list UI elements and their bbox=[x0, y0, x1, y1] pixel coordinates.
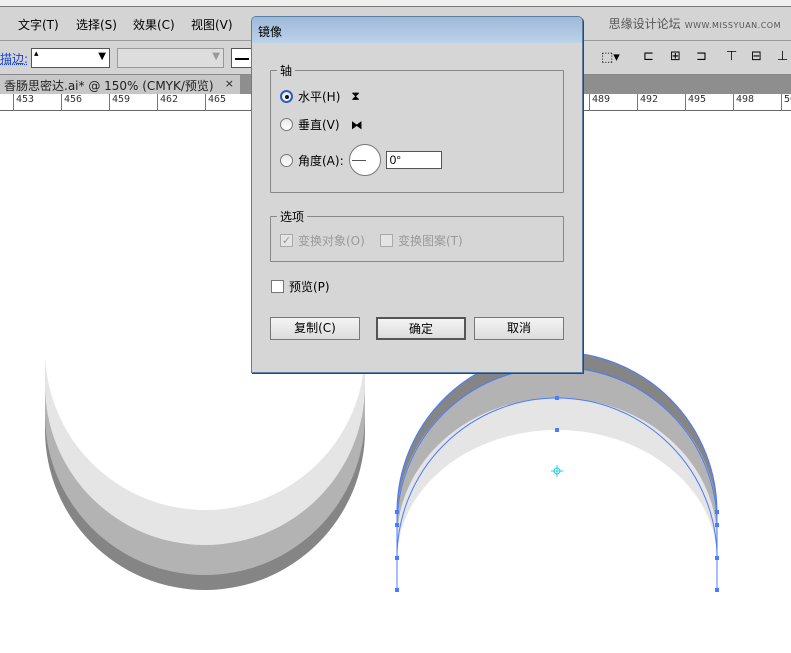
options-group-label: 选项 bbox=[277, 208, 308, 225]
preview-checkbox[interactable]: 预览(P) bbox=[271, 278, 330, 295]
sausage-slice-left[interactable] bbox=[45, 350, 365, 590]
transform-objects-checkbox[interactable]: ✓ 变换对象(O) bbox=[280, 232, 365, 249]
preview-label: 预览(P) bbox=[289, 280, 330, 294]
sausage-arc-selected[interactable] bbox=[395, 351, 719, 592]
transform-objects-label: 变换对象(O) bbox=[298, 234, 365, 248]
dialog-title[interactable]: 镜像 bbox=[252, 17, 582, 43]
reflect-dialog: 镜像 轴 水平(H) ⧗ 垂直(V) ⧓ 角度(A): 选项 ✓ 变换对象(O) 变换… bbox=[251, 16, 583, 373]
reflect-vertical-icon: ⧓ bbox=[350, 117, 363, 132]
vertical-radio[interactable]: 垂直(V) ⧓ bbox=[280, 116, 363, 133]
checkbox[interactable]: ✓ bbox=[280, 234, 293, 247]
ok-button[interactable]: 确定 bbox=[376, 317, 466, 340]
axis-group-label: 轴 bbox=[277, 62, 296, 79]
angle-dial[interactable] bbox=[348, 144, 381, 176]
angle-input[interactable] bbox=[385, 151, 442, 169]
radio-button[interactable] bbox=[280, 153, 293, 167]
cancel-button[interactable]: 取消 bbox=[474, 317, 564, 340]
transform-patterns-checkbox[interactable]: 变换图案(T) bbox=[380, 232, 463, 249]
checkbox[interactable] bbox=[380, 234, 393, 247]
reflect-horizontal-icon: ⧗ bbox=[351, 89, 360, 103]
angle-label: 角度(A): bbox=[298, 153, 344, 168]
checkbox[interactable] bbox=[271, 280, 284, 293]
horizontal-label: 水平(H) bbox=[298, 90, 341, 104]
vertical-label: 垂直(V) bbox=[298, 118, 340, 132]
copy-button[interactable]: 复制(C) bbox=[270, 317, 360, 340]
radio-button[interactable] bbox=[280, 118, 293, 131]
radio-button[interactable] bbox=[280, 90, 293, 103]
horizontal-radio[interactable]: 水平(H) ⧗ bbox=[280, 88, 360, 105]
transform-patterns-label: 变换图案(T) bbox=[398, 234, 463, 248]
angle-radio[interactable]: 角度(A): bbox=[280, 144, 442, 176]
